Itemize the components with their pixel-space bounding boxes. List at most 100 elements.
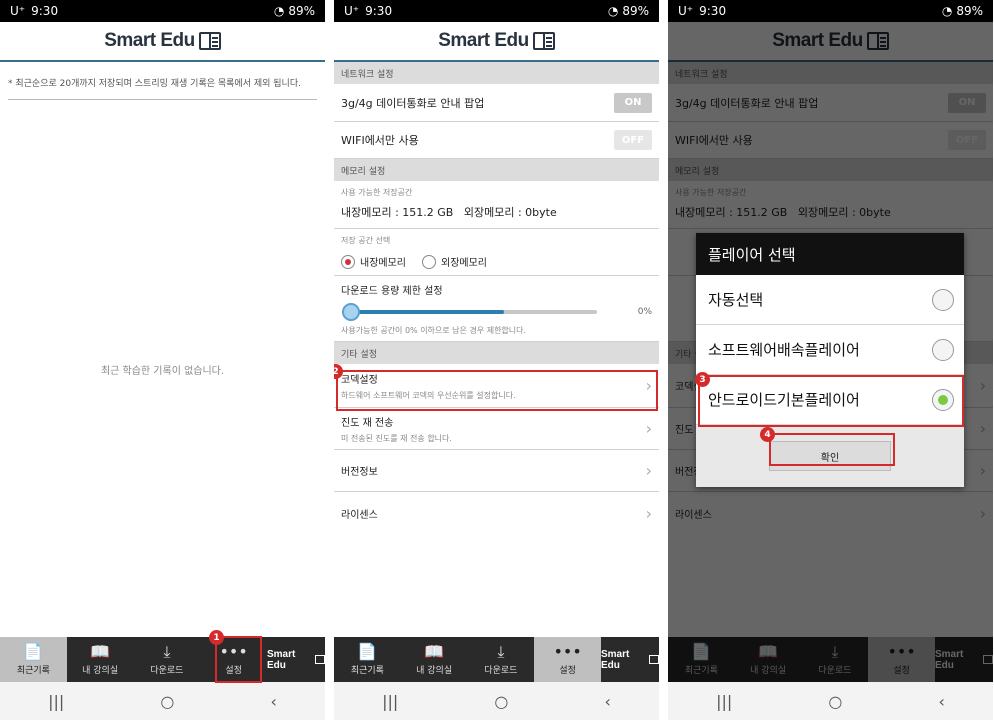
internal-memory-value: 내장메모리 : 151.2 GB <box>341 206 454 219</box>
bottom-nav: 📄 최근기록 📖 내 강의실 ⤓ 다운로드 ••• 설정 Smart Edu <box>334 637 659 682</box>
download-limit-label: 다운로드 용량 제한 설정 <box>341 286 443 297</box>
player-option-android[interactable]: 안드로이드기본플레이어 <box>696 375 964 425</box>
home-icon[interactable]: ○ <box>494 692 508 711</box>
download-limit-desc: 사용가능한 공간이 0% 이하으로 남은 경우 제한합니다. <box>341 326 527 335</box>
time-label: 9:30 <box>699 4 727 18</box>
nav-item-settings[interactable]: ••• 설정 <box>534 637 601 682</box>
system-nav-bar: ||| ○ ‹ <box>0 682 325 720</box>
internal-memory-option[interactable]: 내장메모리 <box>341 254 406 269</box>
system-nav-bar: ||| ○ ‹ <box>668 682 993 720</box>
progress-title: 진도 재 전송 <box>341 417 394 429</box>
chevron-right-icon: › <box>645 376 652 395</box>
data-popup-label: 3g/4g 데이터통화로 안내 팝업 <box>341 96 485 110</box>
storage-select-block: 저장 공간 선택 내장메모리 외장메모리 <box>334 229 659 276</box>
app-logo: Smart Edu <box>438 30 555 52</box>
home-icon[interactable]: ○ <box>160 692 174 711</box>
chevron-right-icon: › <box>645 503 652 523</box>
recent-icon: 📄 <box>23 641 44 661</box>
download-limit-slider[interactable] <box>342 303 597 321</box>
recent-apps-icon[interactable]: ||| <box>716 692 732 711</box>
battery-label: 89% <box>956 4 983 18</box>
slider-thumb[interactable] <box>342 303 360 321</box>
carrier-label: U⁺ <box>678 4 694 18</box>
app-logo: Smart Edu <box>104 30 221 52</box>
license-row[interactable]: 라이센스 › <box>334 492 659 534</box>
step-badge-3: 3 <box>695 372 710 387</box>
player-select-dialog: 플레이어 선택 자동선택 소프트웨어배속플레이어 안드로이드기본플레이어 확인 <box>696 233 964 487</box>
more-icon: ••• <box>553 641 582 661</box>
recent-icon: 📄 <box>357 641 378 661</box>
dialog-title: 플레이어 선택 <box>696 233 964 275</box>
version-info-row[interactable]: 버전정보 › <box>334 450 659 492</box>
time-label: 9:30 <box>31 4 59 18</box>
wifi-only-toggle[interactable]: OFF <box>614 130 652 150</box>
battery-label: 89% <box>288 4 315 18</box>
nav-item-download[interactable]: ⤓ 다운로드 <box>468 637 535 682</box>
wifi-only-label: WIFI에서만 사용 <box>341 134 419 147</box>
book-logo-icon <box>198 32 221 50</box>
chevron-right-icon: › <box>645 419 652 438</box>
nav-item-download[interactable]: ⤓ 다운로드 <box>134 637 201 682</box>
recent-apps-icon[interactable]: ||| <box>48 692 64 711</box>
nav-item-recent[interactable]: 📄 최근기록 <box>0 637 67 682</box>
codec-desc: 하드웨어 소프트웨어 코덱의 우선순위를 설정합니다. <box>341 390 516 400</box>
screen-recent: U⁺ 9:30 ◔ 89% Smart Edu * 최근순으로 20개까지 저장… <box>0 0 325 720</box>
time-label: 9:30 <box>365 4 393 18</box>
download-icon: ⤓ <box>163 641 171 661</box>
license-title: 라이센스 <box>341 509 378 521</box>
app-header: Smart Edu <box>334 22 659 62</box>
status-bar: U⁺ 9:30 ◔ 89% <box>334 0 659 22</box>
codec-title: 코덱설정 <box>341 374 378 386</box>
codec-settings-row[interactable]: 코덱설정 하드웨어 소프트웨어 코덱의 우선순위를 설정합니다. › <box>334 364 659 408</box>
home-icon[interactable]: ○ <box>828 692 842 711</box>
player-option-software[interactable]: 소프트웨어배속플레이어 <box>696 325 964 375</box>
app-header: Smart Edu <box>0 22 325 62</box>
radio-unselected-icon <box>932 288 954 311</box>
back-icon[interactable]: ‹ <box>604 692 610 711</box>
progress-resend-row[interactable]: 진도 재 전송 미 전송된 진도를 재 전송 합니다. › <box>334 408 659 450</box>
back-icon[interactable]: ‹ <box>938 692 944 711</box>
step-badge-4: 4 <box>760 427 775 442</box>
bottom-nav: 📄 최근기록 📖 내 강의실 ⤓ 다운로드 ••• 설정 Smart Edu <box>0 637 325 682</box>
wifi-icon: ◔ <box>941 4 953 18</box>
nav-item-my-class[interactable]: 📖 내 강의실 <box>401 637 468 682</box>
nav-item-recent[interactable]: 📄 최근기록 <box>334 637 401 682</box>
battery-label: 89% <box>622 4 649 18</box>
carrier-label: U⁺ <box>10 4 26 18</box>
back-icon[interactable]: ‹ <box>270 692 276 711</box>
radio-selected-icon <box>932 388 954 411</box>
data-popup-toggle[interactable]: ON <box>614 92 652 113</box>
progress-desc: 미 전송된 진도를 재 전송 합니다. <box>341 433 452 443</box>
other-section-header: 기타 설정 <box>334 342 659 364</box>
storage-select-label: 저장 공간 선택 <box>341 236 391 245</box>
system-nav-bar: ||| ○ ‹ <box>334 682 659 720</box>
book-icon: 📖 <box>424 641 445 661</box>
data-popup-row: 3g/4g 데이터통화로 안내 팝업 ON <box>334 84 659 122</box>
nav-item-my-class[interactable]: 📖 내 강의실 <box>67 637 134 682</box>
nav-item-settings[interactable]: ••• 설정 <box>200 637 267 682</box>
download-limit-block: 다운로드 용량 제한 설정 0% 사용가능한 공간이 0% 이하으로 남은 경우… <box>334 276 659 342</box>
dialog-footer: 확인 <box>696 425 964 487</box>
empty-message: 최근 학습한 기록이 없습니다. <box>100 366 225 377</box>
external-memory-value: 외장메모리 : 0byte <box>463 206 557 219</box>
available-storage-block: 사용 가능한 저장공간 내장메모리 : 151.2 GB 외장메모리 : 0by… <box>334 181 659 229</box>
step-badge-1: 1 <box>209 630 224 645</box>
screen-settings: U⁺ 9:30 ◔ 89% Smart Edu 네트워크 설정 3g/4g 데이… <box>334 0 659 720</box>
more-icon: ••• <box>219 641 248 661</box>
chevron-right-icon: › <box>645 461 652 480</box>
download-icon: ⤓ <box>497 641 505 661</box>
wifi-only-row: WIFI에서만 사용 OFF <box>334 122 659 159</box>
memory-section-header: 메모리 설정 <box>334 159 659 181</box>
external-memory-option[interactable]: 외장메모리 <box>422 254 487 269</box>
download-limit-percent: 0% <box>637 307 652 317</box>
radio-selected-icon <box>341 254 355 269</box>
available-storage-label: 사용 가능한 저장공간 <box>341 188 413 197</box>
recent-apps-icon[interactable]: ||| <box>382 692 398 711</box>
player-option-auto[interactable]: 자동선택 <box>696 275 964 325</box>
confirm-button[interactable]: 확인 <box>769 441 891 471</box>
book-icon: 📖 <box>90 641 111 661</box>
radio-unselected-icon <box>932 338 954 361</box>
nav-logo: Smart Edu <box>267 637 325 682</box>
wifi-icon: ◔ <box>273 4 285 18</box>
slider-fill <box>351 310 504 314</box>
